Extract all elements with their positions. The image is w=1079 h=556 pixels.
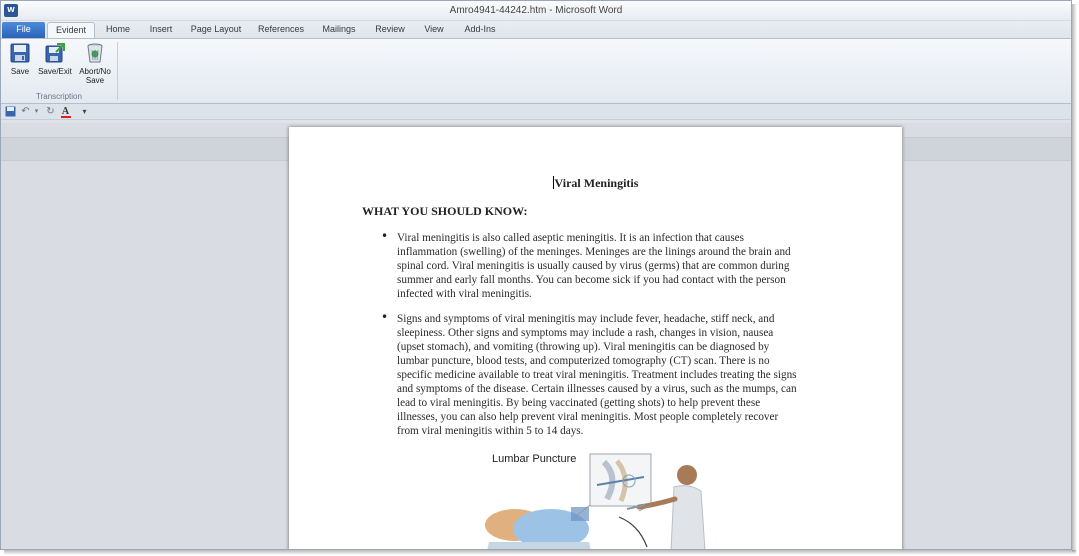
floppy-disk-icon — [10, 43, 30, 63]
save-button[interactable]: Save — [5, 42, 35, 76]
text-cursor — [552, 176, 554, 189]
save-exit-button[interactable]: Save/Exit — [36, 42, 74, 76]
document-page[interactable]: Viral Meningitis WHAT YOU SHOULD KNOW: •… — [289, 127, 902, 549]
left-margin-strip — [1, 137, 289, 161]
save-button-label: Save — [10, 67, 30, 76]
paragraph-line: lead to viral meningitis. By being vacci… — [397, 397, 761, 409]
window-shadow-bottom — [4, 550, 1076, 555]
save-icon[interactable] — [5, 106, 16, 117]
window-shadow-right — [1072, 4, 1077, 552]
tab-review[interactable]: Review — [370, 22, 410, 38]
bullet-paragraph-1: Viral meningitis is also called aseptic … — [397, 231, 832, 301]
undo-icon[interactable]: ↶ — [20, 106, 31, 117]
paragraph-line: and symptoms of the disease. Certain ill… — [397, 383, 797, 395]
paragraph-line: sleepiness. Other signs and symptoms may… — [397, 327, 774, 339]
redo-icon[interactable]: ↻ — [45, 106, 56, 117]
bullet-marker-2: • — [381, 310, 389, 324]
ribbon-panel: Save Save/Exit Abort/No Save Transcripti… — [1, 38, 1071, 104]
paragraph-line: Signs and symptoms of viral meningitis m… — [397, 313, 775, 325]
paragraph-line: from viral meningitis within 5 to 14 day… — [397, 425, 584, 437]
tab-insert[interactable]: Insert — [142, 22, 180, 38]
abort-button-label-line1: Abort/No — [79, 67, 111, 76]
paragraph-line: (upset stomach), and vomiting (throwing … — [397, 341, 770, 353]
paragraph-line: infected with viral meningitis. — [397, 288, 532, 300]
document-work-area[interactable]: Viral Meningitis WHAT YOU SHOULD KNOW: •… — [1, 123, 1071, 549]
right-margin-strip — [904, 137, 1071, 161]
ribbon-group-label: Transcription — [36, 92, 82, 101]
section-heading: WHAT YOU SHOULD KNOW: — [362, 204, 528, 218]
ribbon-group-separator — [117, 42, 118, 100]
title-bar: W Amro4941-44242.htm - Microsoft Word — [1, 1, 1071, 21]
lumbar-puncture-illustration — [485, 453, 706, 549]
bullet-paragraph-2: Signs and symptoms of viral meningitis m… — [397, 312, 832, 438]
save-exit-icon — [45, 43, 65, 63]
tab-home[interactable]: Home — [99, 22, 137, 38]
bullet-marker-1: • — [381, 229, 389, 243]
window-title: Amro4941-44242.htm - Microsoft Word — [449, 5, 623, 16]
customize-icon[interactable]: ▾ — [79, 106, 90, 117]
abort-no-save-button[interactable]: Abort/No Save — [75, 42, 115, 85]
ribbon-tabs: File Evident Home Insert Page Layout Ref… — [1, 21, 1071, 38]
font-color-swatch — [61, 116, 71, 118]
tab-references[interactable]: References — [253, 22, 309, 38]
tab-mailings[interactable]: Mailings — [315, 22, 363, 38]
paragraph-line: specific medicine available to treat vir… — [397, 369, 797, 381]
tab-page-layout[interactable]: Page Layout — [185, 22, 247, 38]
document-title: Viral Meningitis — [289, 176, 902, 191]
tab-file[interactable]: File — [2, 22, 45, 38]
paragraph-line: summer and early fall months. You can be… — [397, 274, 786, 286]
tab-evident[interactable]: Evident — [47, 22, 95, 38]
document-title-text: Viral Meningitis — [554, 176, 639, 190]
paragraph-line: illnesses, you can also help prevent vir… — [397, 411, 779, 423]
recycle-bin-icon — [87, 43, 103, 63]
abort-button-label-line2: Save — [85, 76, 105, 85]
paragraph-line: lumbar puncture, blood tests, and comput… — [397, 355, 770, 367]
paragraph-line: spinal cord. Viral meningitis is usually… — [397, 260, 790, 272]
paragraph-line: inflammation (swelling) of the meninges.… — [397, 246, 791, 258]
paragraph-line: Viral meningitis is also called aseptic … — [397, 232, 744, 244]
tab-add-ins[interactable]: Add-Ins — [458, 22, 502, 38]
quick-access-toolbar: ↶ ▾ ↻ A ▾ — [1, 104, 1071, 120]
tab-view[interactable]: View — [417, 22, 451, 38]
save-exit-button-label: Save/Exit — [38, 67, 72, 76]
undo-dropdown-icon[interactable]: ▾ — [31, 106, 42, 117]
word-window: W Amro4941-44242.htm - Microsoft Word Fi… — [0, 0, 1072, 550]
